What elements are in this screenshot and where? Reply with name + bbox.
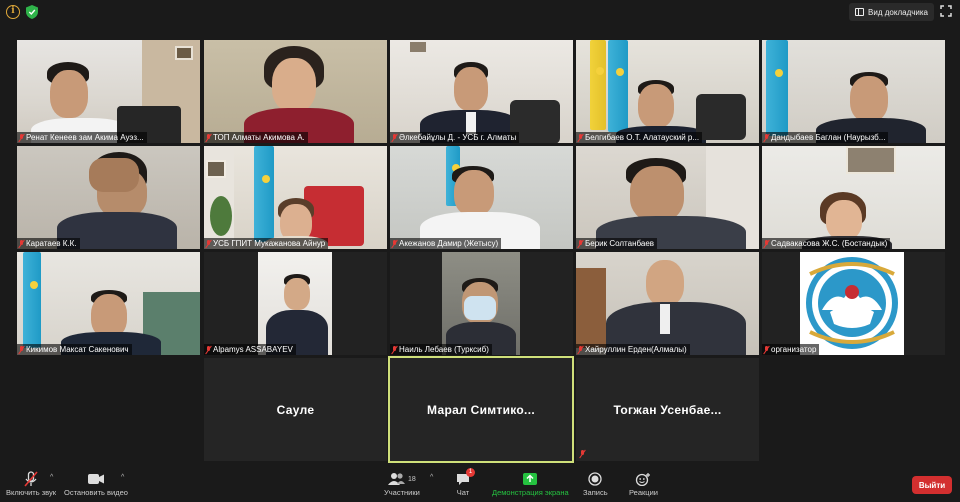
record-label: Запись: [583, 488, 608, 497]
mic-muted-icon: [392, 345, 397, 354]
unmute-button[interactable]: Включить звук: [6, 470, 56, 497]
mic-muted-icon: [19, 239, 24, 248]
speaker-view-icon: [855, 8, 865, 16]
participant-name: Әлкебайұлы Д. - УСБ г. Алматы: [390, 132, 520, 143]
participant-tile[interactable]: Alpamys ASSABAYEV: [204, 252, 387, 355]
participant-tile[interactable]: Каратаев К.К.: [17, 146, 200, 249]
participant-tile[interactable]: Садвакасова Ж.С. (Бостандык): [762, 146, 945, 249]
participant-name: ТОП Алматы Акимова А.: [204, 132, 308, 143]
participants-label: Участники: [384, 488, 420, 497]
chevron-up-icon[interactable]: ^: [50, 474, 53, 481]
stop-video-button[interactable]: Остановить видео: [64, 470, 128, 497]
leave-meeting-button[interactable]: Выйти: [912, 476, 952, 494]
meeting-top-bar: i Вид докладчика: [0, 0, 960, 24]
chat-label: Чат: [456, 488, 470, 497]
participant-tile-no-video[interactable]: Тогжан Усенбае...: [576, 358, 759, 461]
share-screen-button[interactable]: Демонстрация экрана: [492, 470, 569, 497]
shield-icon[interactable]: [26, 5, 38, 19]
participant-name: Alpamys ASSABAYEV: [204, 344, 296, 355]
participant-name: Ренат Кенеев зам Акима Ауэз...: [17, 132, 147, 143]
mic-muted-icon: [764, 133, 769, 142]
fullscreen-icon[interactable]: [940, 5, 952, 17]
participant-name: Садвакасова Ж.С. (Бостандык): [762, 238, 891, 249]
speaker-view-button[interactable]: Вид докладчика: [849, 3, 934, 21]
participant-tile[interactable]: организатор: [762, 252, 945, 355]
almaty-emblem-logo: [800, 252, 904, 355]
participant-name: Каратаев К.К.: [17, 238, 80, 249]
participant-display-name: Тогжан Усенбае...: [613, 402, 722, 417]
mic-muted-icon: [24, 471, 38, 487]
mic-muted-icon: [764, 345, 769, 354]
participant-name: УСБ ГПИТ Мукажанова Айнур: [204, 238, 329, 249]
participant-tile[interactable]: Ренат Кенеев зам Акима Ауэз...: [17, 40, 200, 143]
speaker-view-label: Вид докладчика: [868, 7, 928, 17]
participant-name: Берик Солтанбаев: [576, 238, 658, 249]
video-camera-icon: [87, 474, 104, 484]
mic-muted-icon: [392, 239, 397, 248]
participants-count: 18: [408, 475, 416, 483]
share-screen-label: Демонстрация экрана: [492, 488, 569, 497]
participant-tile[interactable]: Белгибаев О.Т. Алатауский р...: [576, 40, 759, 143]
share-screen-icon: [523, 473, 538, 485]
mic-muted-icon: [19, 133, 24, 142]
participant-tile[interactable]: Наиль Лебаев (Турксиб): [390, 252, 573, 355]
mic-muted-icon: [206, 133, 211, 142]
participant-name: Дандыбаев Баглан (Наурызб...: [762, 132, 889, 143]
participant-tile-no-video[interactable]: Сауле: [204, 358, 387, 461]
mic-muted-icon: [206, 239, 211, 248]
chat-button[interactable]: 1 Чат: [456, 468, 475, 497]
participant-display-name: Сауле: [276, 402, 315, 417]
participants-button[interactable]: 18 Участники: [384, 470, 420, 497]
participant-name: Хайруллин Ерден(Алмалы): [576, 344, 690, 355]
participant-tile[interactable]: УСБ ГПИТ Мукажанова Айнур: [204, 146, 387, 249]
participant-name: Кикимов Максат Сакенович: [17, 344, 132, 355]
participant-name: Акежанов Дамир (Жетысу): [390, 238, 502, 249]
participant-display-name: Марал Симтико...: [427, 402, 535, 417]
chevron-up-icon[interactable]: ^: [430, 474, 433, 481]
participant-tile[interactable]: Әлкебайұлы Д. - УСБ г. Алматы: [390, 40, 573, 143]
participant-tile[interactable]: Акежанов Дамир (Жетысу): [390, 146, 573, 249]
record-button[interactable]: Запись: [583, 470, 608, 497]
reactions-icon: [636, 473, 651, 486]
participant-name: организатор: [762, 344, 820, 355]
participant-tile[interactable]: ТОП Алматы Акимова А.: [204, 40, 387, 143]
mic-muted-icon: [392, 133, 397, 142]
active-speaker-tile[interactable]: Марал Симтико...: [388, 356, 574, 463]
participant-name: Белгибаев О.Т. Алатауский р...: [576, 132, 703, 143]
mic-muted-icon: [580, 450, 585, 458]
reactions-button[interactable]: Реакции: [629, 470, 658, 497]
mic-muted-icon: [206, 345, 211, 354]
meeting-toolbar: Включить звук ^ Остановить видео ^ 18 Уч…: [0, 468, 960, 502]
participant-tile[interactable]: Кикимов Максат Сакенович: [17, 252, 200, 355]
participants-icon: [388, 473, 406, 485]
participant-tile[interactable]: Дандыбаев Баглан (Наурызб...: [762, 40, 945, 143]
mic-muted-icon: [578, 239, 583, 248]
mic-muted-icon: [578, 345, 583, 354]
record-icon: [588, 472, 602, 486]
stop-video-label: Остановить видео: [64, 488, 128, 497]
mic-muted-icon: [578, 133, 583, 142]
mic-muted-icon: [19, 345, 24, 354]
unmute-label: Включить звук: [6, 488, 57, 497]
mic-muted-icon: [764, 239, 769, 248]
info-icon[interactable]: i: [6, 5, 20, 19]
chevron-up-icon[interactable]: ^: [121, 474, 124, 481]
chat-unread-badge: 1: [466, 468, 475, 477]
participant-name: Наиль Лебаев (Турксиб): [390, 344, 492, 355]
participant-tile[interactable]: Берик Солтанбаев: [576, 146, 759, 249]
participant-tile[interactable]: Хайруллин Ерден(Алмалы): [576, 252, 759, 355]
reactions-label: Реакции: [629, 488, 658, 497]
